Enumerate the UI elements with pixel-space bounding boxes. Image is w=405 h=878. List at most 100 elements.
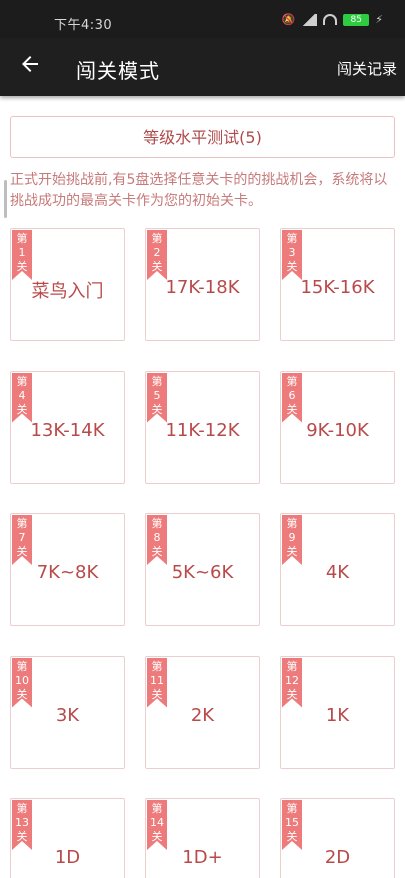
wifi-icon bbox=[323, 14, 338, 25]
challenge-record-button[interactable]: 闯关记录 bbox=[337, 58, 397, 79]
level-ribbon: 第3关 bbox=[282, 230, 302, 280]
level-ribbon-text: 第 bbox=[286, 517, 298, 530]
level-ribbon-text: 8 bbox=[153, 531, 161, 544]
level-name: 5K~6K bbox=[171, 562, 234, 583]
level-card[interactable]: 第 7 关 7K~8K bbox=[10, 513, 125, 626]
level-name: 2K bbox=[190, 704, 215, 726]
level-ribbon-text: 第 bbox=[16, 232, 28, 245]
level-card[interactable]: 第 14 关 1D+ bbox=[145, 798, 260, 878]
level-ribbon-text: 第 bbox=[151, 517, 163, 530]
level-ribbon: 第 10 关 bbox=[12, 657, 32, 708]
level-ribbon-text: 10 bbox=[15, 673, 29, 687]
level-card[interactable]: 第 2 关 17K-18K bbox=[145, 228, 260, 341]
level-ribbon: 第9关 bbox=[282, 515, 302, 565]
level-ribbon-text: 15 bbox=[285, 816, 299, 829]
level-ribbon-text: 第 bbox=[151, 232, 163, 245]
status-bar: 下午4:30 🔕 85 ⚡ bbox=[0, 0, 405, 38]
level-name: 11K-12K bbox=[165, 419, 240, 441]
level-card[interactable]: 第 5 关 11K-12K bbox=[145, 370, 260, 484]
level-ribbon-text: 第 bbox=[286, 802, 298, 815]
level-card[interactable]: 第 11 关 2K bbox=[145, 655, 260, 769]
level-card[interactable]: 第 4 关 13K-14K bbox=[10, 370, 125, 484]
level-ribbon-text: 第 bbox=[16, 374, 28, 388]
level-ribbon: 第 11 关 bbox=[147, 657, 167, 708]
level-ribbon-text: 第 bbox=[151, 659, 163, 673]
level-card[interactable]: 第 6 关 9K-10K bbox=[280, 370, 395, 484]
level-ribbon-text: 关 bbox=[151, 687, 163, 701]
scroll-indicator bbox=[4, 180, 7, 218]
level-ribbon-text: 1 bbox=[18, 246, 26, 259]
level-grid: 第 1 关菜鸟入门第 2 关 17K-18K 第 3 关 15K-16K 第 4 关 13K-14K 第 5 关… bbox=[10, 228, 400, 878]
level-ribbon: 第8关 bbox=[147, 515, 167, 565]
level-ribbon-text: 第 bbox=[286, 232, 298, 245]
level-name: 1D+ bbox=[182, 847, 223, 868]
level-ribbon-text: 5 bbox=[153, 388, 161, 402]
level-name: 9K-10K bbox=[306, 419, 369, 441]
level-ribbon-text: 11 bbox=[150, 673, 164, 687]
level-ribbon-text: 2 bbox=[153, 246, 161, 259]
level-ribbon-text: 关 bbox=[151, 402, 163, 416]
level-name: 菜鸟入门 bbox=[31, 281, 104, 302]
level-ribbon: 第1关 bbox=[12, 230, 32, 280]
level-card[interactable]: 第 1 关菜鸟入门 bbox=[10, 228, 125, 341]
level-ribbon-text: 6 bbox=[288, 388, 296, 402]
level-ribbon: 第 13 关 bbox=[12, 800, 32, 850]
level-card[interactable]: 第 15 关 2D bbox=[280, 798, 395, 878]
mute-icon: 🔕 bbox=[281, 13, 296, 26]
level-ribbon: 第7关 bbox=[12, 515, 32, 565]
level-ribbon-text: 3 bbox=[288, 246, 296, 259]
level-ribbon-text: 第 bbox=[286, 374, 298, 388]
page-title: 闯关模式 bbox=[76, 59, 160, 83]
level-name: 7K~8K bbox=[36, 562, 99, 583]
level-ribbon-text: 关 bbox=[16, 402, 28, 416]
level-ribbon-text: 关 bbox=[151, 830, 163, 843]
level-ribbon-text: 关 bbox=[16, 260, 28, 273]
level-ribbon-text: 关 bbox=[286, 402, 298, 416]
level-card[interactable]: 第 13 关 1D bbox=[10, 798, 125, 878]
level-name: 13K-14K bbox=[30, 419, 105, 441]
level-ribbon-text: 关 bbox=[286, 545, 298, 558]
level-ribbon: 第 12 关 bbox=[282, 657, 302, 708]
level-ribbon-text: 4 bbox=[18, 388, 26, 402]
signal-icon bbox=[301, 13, 318, 26]
level-ribbon-text: 第 bbox=[151, 374, 163, 388]
level-name: 2D bbox=[324, 847, 351, 868]
level-ribbon: 第2关 bbox=[147, 230, 167, 280]
level-card[interactable]: 第 12 关 1K bbox=[280, 655, 395, 769]
level-ribbon-text: 关 bbox=[151, 545, 163, 558]
level-ribbon: 第4关 bbox=[12, 372, 32, 423]
level-name: 1K bbox=[325, 704, 350, 726]
level-ribbon-text: 关 bbox=[16, 687, 28, 701]
level-name: 1D bbox=[54, 847, 81, 868]
arrow-left-icon bbox=[22, 56, 38, 72]
level-ribbon-text: 关 bbox=[286, 260, 298, 273]
level-ribbon: 第6关 bbox=[282, 372, 302, 423]
level-ribbon-text: 关 bbox=[16, 545, 28, 558]
battery-icon: 85 bbox=[343, 13, 370, 26]
app-bar: 闯关模式 闯关记录 bbox=[0, 38, 405, 96]
level-name: 15K-16K bbox=[300, 277, 375, 298]
level-card[interactable]: 第 3 关 15K-16K bbox=[280, 228, 395, 341]
level-ribbon: 第5关 bbox=[147, 372, 167, 423]
level-ribbon-text: 关 bbox=[286, 687, 298, 701]
level-test-button[interactable]: 等级水平测试(5) bbox=[10, 116, 395, 158]
level-ribbon-text: 第 bbox=[151, 802, 163, 815]
level-name: 4K bbox=[325, 562, 350, 583]
level-card[interactable]: 第 8 关 5K~6K bbox=[145, 513, 260, 626]
level-ribbon: 第 15 关 bbox=[282, 800, 302, 850]
level-ribbon-text: 关 bbox=[151, 260, 163, 273]
description-text: 正式开始挑战前,有5盘选择任意关卡的的挑战机会，系统将以挑战成功的最高关卡作为您… bbox=[10, 172, 388, 209]
level-ribbon-text: 第 bbox=[16, 659, 28, 673]
level-card[interactable]: 第 10 关 3K bbox=[10, 655, 125, 769]
level-ribbon-text: 关 bbox=[286, 830, 298, 843]
level-ribbon: 第 14 关 bbox=[147, 800, 167, 850]
back-button[interactable] bbox=[18, 52, 44, 80]
level-card[interactable]: 第 9 关 4K bbox=[280, 513, 395, 626]
level-ribbon-text: 12 bbox=[285, 673, 299, 687]
status-time: 下午4:30 bbox=[54, 18, 113, 33]
level-ribbon-text: 第 bbox=[286, 659, 298, 673]
level-ribbon-text: 13 bbox=[15, 816, 29, 829]
level-ribbon-text: 关 bbox=[16, 830, 28, 843]
level-ribbon-text: 14 bbox=[150, 816, 164, 829]
level-ribbon-text: 7 bbox=[18, 531, 26, 544]
